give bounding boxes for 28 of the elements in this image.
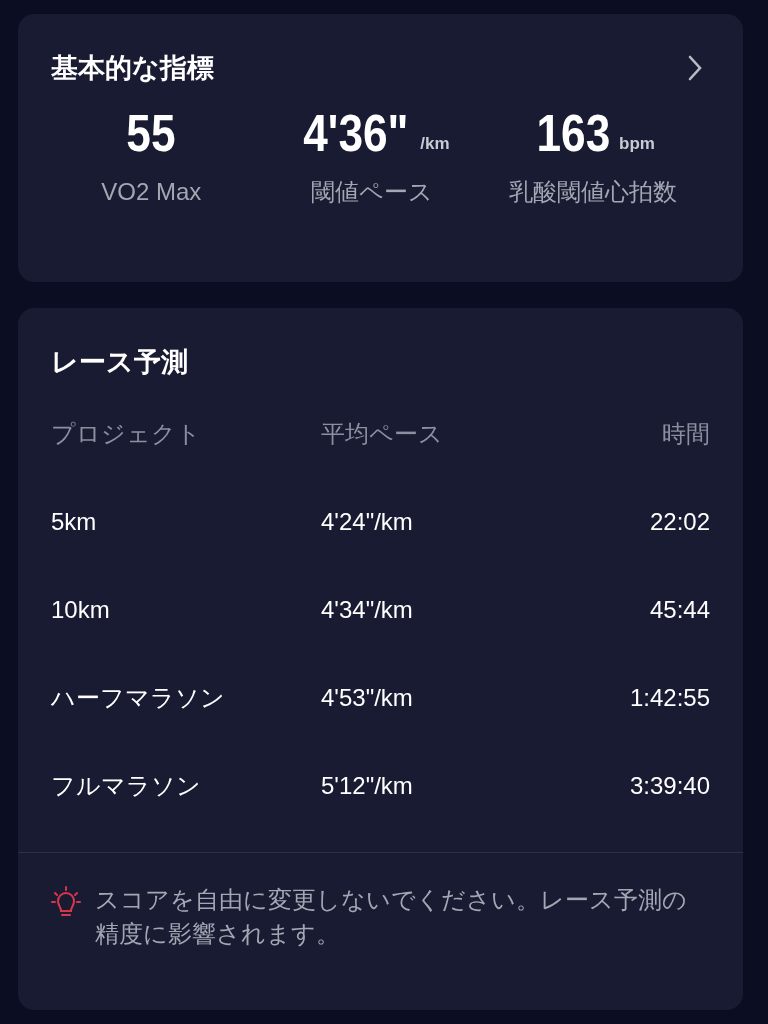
lightbulb-icon [51, 885, 81, 919]
warning-note: スコアを自由に変更しないでください。レース予測の精度に影響されます。 [95, 885, 688, 949]
table-cell: 10km [51, 596, 110, 623]
table-cell: 5km [51, 508, 97, 535]
card-title: レース予測 [51, 346, 189, 379]
metric-label: 乳酸閾値心拍数 [508, 177, 677, 207]
table-cell: ハーフマラソン [51, 684, 225, 711]
metric-value: 55 [126, 103, 176, 164]
chevron-right-icon[interactable] [687, 55, 703, 81]
metric-label: VO2 Max [101, 177, 202, 207]
table-cell: 1:42:55 [629, 684, 710, 711]
metric-unit: /km [420, 132, 450, 155]
table-cell: 4'34"/km [321, 596, 413, 623]
column-header: 時間 [662, 420, 710, 447]
table-cell: 45:44 [649, 596, 710, 623]
table-cell: 5'12"/km [321, 772, 413, 799]
table-cell: 3:39:40 [629, 772, 710, 799]
table-cell: 4'53"/km [321, 684, 413, 711]
card-title: 基本的な指標 [51, 52, 214, 85]
metric-value: 163 [536, 103, 611, 164]
table-cell: 22:02 [649, 508, 710, 535]
metric-value: 4'36" [303, 103, 409, 164]
metric-label: 閾値ペース [311, 177, 433, 207]
table-cell: 4'24"/km [321, 508, 413, 535]
column-header: プロジェクト [51, 420, 201, 447]
column-header: 平均ペース [321, 420, 443, 447]
table-cell: フルマラソン [51, 772, 201, 799]
metric-unit: bpm [619, 132, 655, 155]
